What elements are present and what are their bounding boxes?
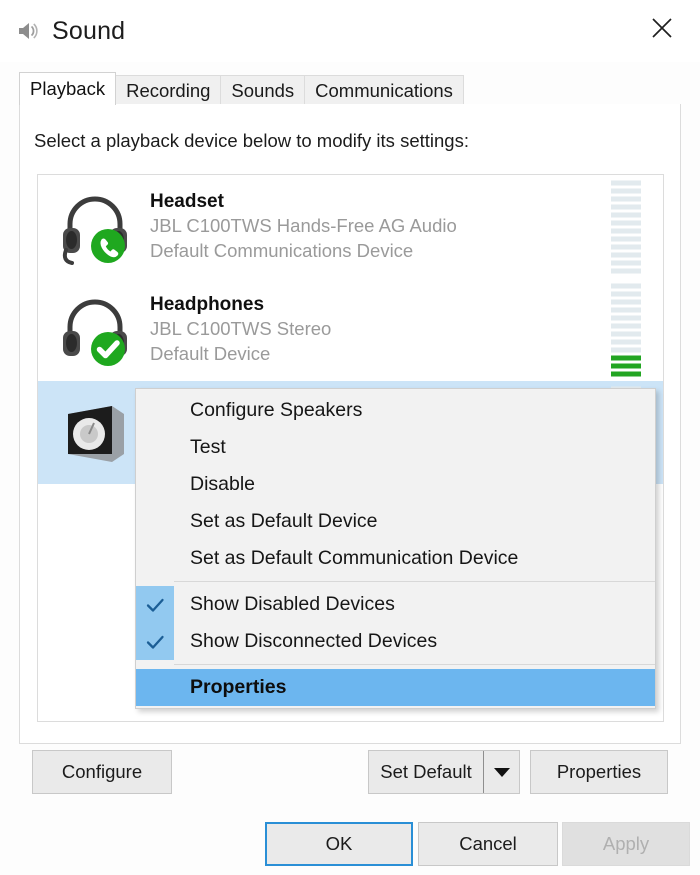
menu-item-label: Show Disconnected Devices [190,630,438,652]
tab-playback[interactable]: Playback [19,72,117,105]
menu-check-gutter [136,623,174,660]
set-default-button-label: Set Default [380,761,472,782]
tab-communications[interactable]: Communications [304,75,464,105]
headphones-icon [54,289,136,371]
volume-meter-headphones [611,283,641,376]
checkmark-icon [146,598,164,612]
menu-check-gutter [136,503,174,540]
properties-button-label: Properties [556,761,642,782]
caret-glyph [493,767,510,777]
device-text-headphones: Headphones JBL C100TWS Stereo Default De… [150,292,663,367]
menu-item-set-as-default-device[interactable]: Set as Default Device [136,503,655,540]
title-bar: Sound [0,0,700,62]
menu-item-label: Show Disabled Devices [190,593,395,615]
menu-item-properties[interactable]: Properties [136,669,655,706]
tab-sounds-label: Sounds [231,79,295,101]
device-name: Headphones [150,294,265,316]
menu-separator [174,581,655,582]
cancel-button-label: Cancel [459,833,517,854]
device-description: JBL C100TWS Stereo [150,318,332,340]
menu-item-configure-speakers[interactable]: Configure Speakers [136,392,655,429]
tab-recording-label: Recording [126,79,211,101]
panel-hint: Select a playback device below to modify… [34,130,469,151]
tab-communications-label: Communications [315,79,453,101]
ok-button-label: OK [325,833,353,854]
menu-check-gutter [136,466,174,503]
properties-button[interactable]: Properties [530,750,668,794]
menu-item-label: Set as Default Device [190,510,378,532]
device-row-headset[interactable]: Headset JBL C100TWS Hands-Free AG Audio … [38,175,663,278]
menu-item-disable[interactable]: Disable [136,466,655,503]
menu-check-gutter [136,429,174,466]
menu-check-gutter [136,669,174,706]
configure-button[interactable]: Configure [32,750,172,794]
apply-button: Apply [562,822,690,866]
menu-check-gutter [136,540,174,577]
menu-check-gutter [136,586,174,623]
device-context-menu[interactable]: Configure Speakers Test Disable Set as D… [135,388,656,709]
speaker-icon [14,17,42,45]
tab-playback-label: Playback [30,78,106,99]
menu-item-label: Test [190,436,226,458]
set-default-split-button[interactable]: Set Default [368,750,520,794]
menu-item-set-as-default-communication-device[interactable]: Set as Default Communication Device [136,540,655,577]
window-title: Sound [52,16,126,45]
device-name: Headset [150,191,224,213]
checkmark-icon [146,635,164,649]
tab-strip: Playback Recording Sounds Communications [19,72,681,105]
speaker-box-icon [54,392,136,474]
menu-item-label: Configure Speakers [190,399,363,421]
device-text-headset: Headset JBL C100TWS Hands-Free AG Audio … [150,189,663,264]
close-icon[interactable] [638,8,686,48]
tab-strip-filler [462,75,681,105]
menu-item-show-disabled-devices[interactable]: Show Disabled Devices [136,586,655,623]
menu-check-gutter [136,392,174,429]
configure-button-label: Configure [61,761,143,782]
device-status: Default Device [150,343,271,365]
device-status: Default Communications Device [150,240,414,262]
sound-dialog: Sound Playback Recording Sounds Communic… [0,0,700,875]
menu-item-test[interactable]: Test [136,429,655,466]
apply-button-label: Apply [602,833,650,854]
device-row-headphones[interactable]: Headphones JBL C100TWS Stereo Default De… [38,278,663,381]
ok-button[interactable]: OK [265,822,413,866]
tab-recording[interactable]: Recording [115,75,222,105]
set-default-button[interactable]: Set Default [369,751,483,793]
headset-icon [54,186,136,268]
menu-item-label: Properties [190,676,287,698]
menu-item-label: Set as Default Communication Device [190,547,519,569]
chevron-down-icon[interactable] [483,751,519,793]
cancel-button[interactable]: Cancel [418,822,558,866]
volume-meter-headset [611,180,641,273]
menu-item-show-disconnected-devices[interactable]: Show Disconnected Devices [136,623,655,660]
tab-sounds[interactable]: Sounds [220,75,306,105]
menu-item-label: Disable [190,473,256,495]
device-description: JBL C100TWS Hands-Free AG Audio [150,215,457,237]
menu-separator [174,664,655,665]
